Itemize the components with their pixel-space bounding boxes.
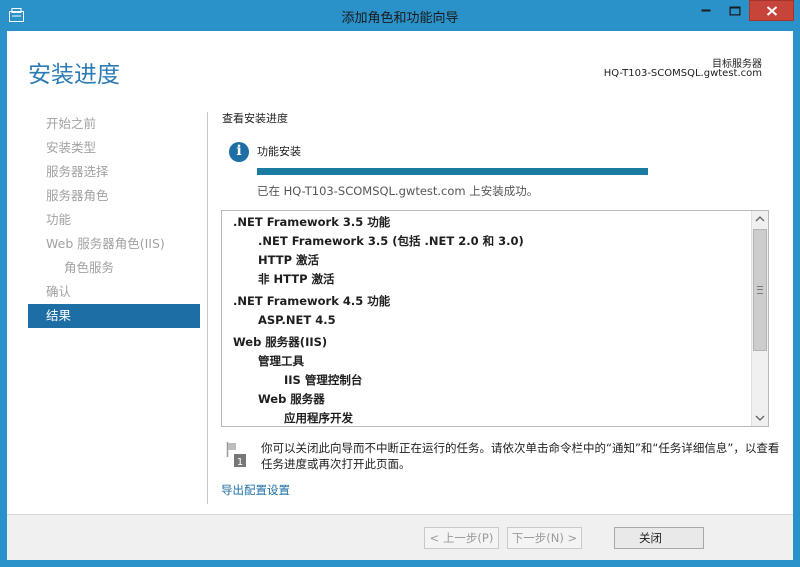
nav-item-features[interactable]: 功能	[28, 208, 200, 232]
result-item: IIS 管理控制台	[284, 373, 363, 387]
results-items: .NET Framework 3.5 功能 .NET Framework 3.5 …	[222, 213, 752, 426]
results-scrollbar[interactable]	[751, 211, 768, 426]
nav-item-confirmation[interactable]: 确认	[28, 280, 200, 304]
result-item: HTTP 激活	[258, 253, 320, 267]
minimize-icon	[701, 9, 711, 11]
scroll-up-arrow-icon[interactable]	[752, 211, 768, 228]
nav-item-server-roles[interactable]: 服务器角色	[28, 184, 200, 208]
result-item: .NET Framework 4.5 功能	[233, 294, 391, 308]
install-progress-bar	[257, 168, 648, 175]
close-window-button[interactable]	[749, 0, 794, 21]
export-configuration-link[interactable]: 导出配置设置	[221, 482, 290, 498]
install-status-text: 已在 HQ-T103-SCOMSQL.gwtest.com 上安装成功。	[257, 184, 539, 198]
nav-item-web-server-role[interactable]: Web 服务器角色(IIS)	[28, 232, 200, 256]
nav-item-before-you-begin[interactable]: 开始之前	[28, 112, 200, 136]
result-item: .NET Framework 3.5 功能	[233, 215, 391, 229]
feature-install-label: 功能安装	[257, 145, 301, 158]
section-heading: 查看安装进度	[222, 112, 288, 125]
minimize-button[interactable]	[692, 0, 720, 21]
result-item: .NET Framework 3.5 (包括 .NET 2.0 和 3.0)	[258, 234, 524, 248]
page-title: 安装进度	[28, 62, 120, 88]
scroll-down-arrow-icon[interactable]	[752, 409, 768, 426]
previous-button[interactable]: < 上一步(P)	[424, 527, 499, 549]
destination-server-name: HQ-T103-SCOMSQL.gwtest.com	[603, 68, 762, 79]
nav-item-role-services[interactable]: 角色服务	[28, 256, 200, 280]
close-icon	[766, 5, 777, 16]
info-icon: i	[229, 142, 249, 162]
nav-item-server-selection[interactable]: 服务器选择	[28, 160, 200, 184]
title-bar[interactable]: 添加角色和功能向导	[0, 0, 800, 31]
result-item: Web 服务器(IIS)	[233, 335, 328, 349]
wizard-nav: 开始之前 安装类型 服务器选择 服务器角色 功能 Web 服务器角色(IIS) …	[28, 112, 200, 328]
installation-results-list[interactable]: .NET Framework 3.5 功能 .NET Framework 3.5 …	[221, 210, 769, 427]
maximize-icon	[729, 6, 740, 15]
scroll-thumb[interactable]	[753, 229, 767, 351]
window-title: 添加角色和功能向导	[341, 11, 459, 26]
nav-divider	[207, 112, 208, 504]
result-item: Web 服务器	[258, 392, 325, 406]
result-item: ASP.NET 4.5	[258, 313, 336, 327]
notification-flag-icon: 1	[226, 442, 246, 468]
notice-text: 你可以关闭此向导而不中断正在运行的任务。请依次单击命令栏中的“通知”和“任务详细…	[261, 441, 780, 471]
result-item: 管理工具	[258, 354, 304, 368]
result-item: 应用程序开发	[284, 411, 353, 425]
scroll-grip-icon	[757, 286, 763, 294]
notice-badge-number: 1	[237, 457, 243, 468]
next-button[interactable]: 下一步(N) >	[507, 527, 582, 549]
close-wizard-button[interactable]: 关闭	[614, 527, 704, 549]
nav-item-installation-type[interactable]: 安装类型	[28, 136, 200, 160]
maximize-button[interactable]	[720, 0, 749, 21]
install-progress-fill	[257, 168, 648, 175]
result-item: 非 HTTP 激活	[258, 272, 335, 286]
nav-item-results[interactable]: 结果	[28, 304, 200, 328]
